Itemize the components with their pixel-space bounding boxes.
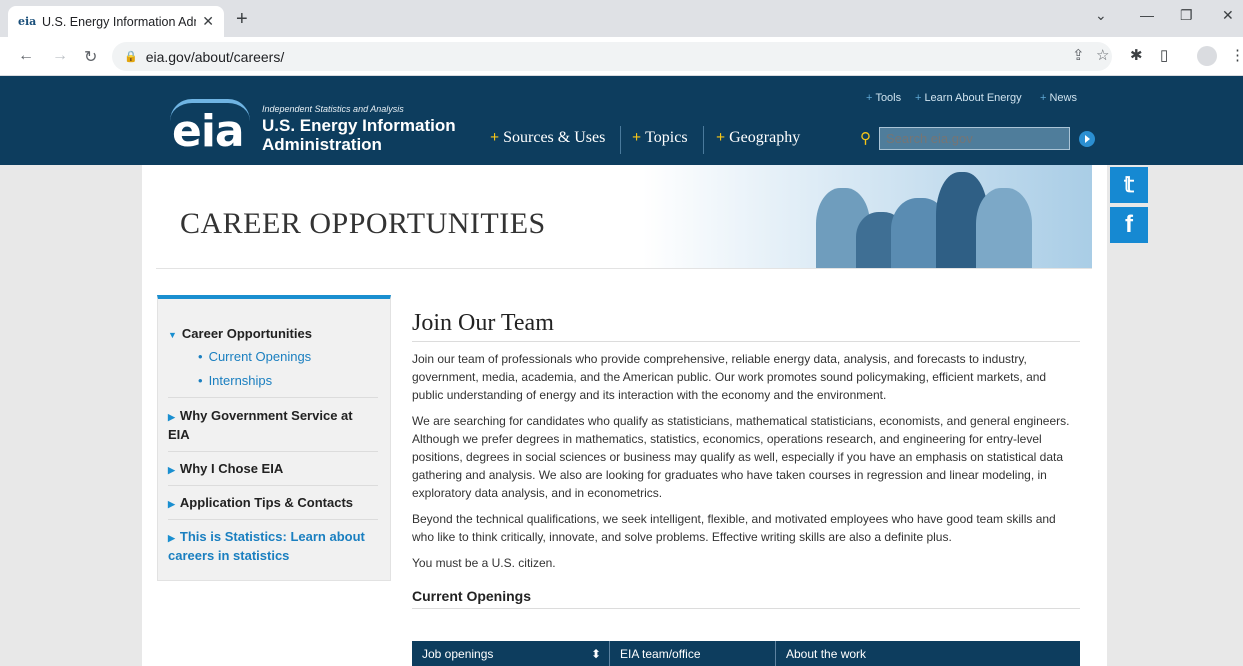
sidebar-link-current-openings[interactable]: Current Openings xyxy=(198,349,312,364)
sidebar-item-why-government[interactable]: ▶ Why Government Service at EIA xyxy=(168,407,373,443)
address-bar-row: ← → ↻ 🔒 eia.gov/about/careers/ ⇪ ☆ ✱ ▯ ⋮ xyxy=(0,37,1243,76)
browser-tab[interactable]: eia U.S. Energy Information Administ ✕ xyxy=(8,6,224,37)
citizenship-paragraph: You must be a U.S. citizen. xyxy=(412,556,556,570)
candidates-paragraph: We are searching for candidates who qual… xyxy=(412,414,1070,500)
caret-right-icon: ▶ xyxy=(168,499,175,509)
close-window-icon[interactable]: ✕ xyxy=(1222,7,1234,24)
sidebar-nav: ▼Career Opportunities Current Openings I… xyxy=(157,295,391,581)
search-icon: ⚲ xyxy=(860,130,871,147)
search-submit-button[interactable] xyxy=(1079,131,1095,147)
minimize-icon[interactable]: — xyxy=(1140,7,1154,23)
top-link-learn-about-energy[interactable]: + Learn About Energy xyxy=(915,92,1022,104)
sort-icon[interactable]: ⬍ xyxy=(591,647,601,661)
twitter-icon[interactable]: 𝕥 xyxy=(1110,167,1148,203)
org-name-line2[interactable]: Administration xyxy=(262,135,382,155)
forward-icon[interactable]: → xyxy=(52,47,68,65)
sidebar-item-application-tips[interactable]: ▶ Application Tips & Contacts xyxy=(168,494,353,513)
eia-logo[interactable]: eia xyxy=(172,106,245,157)
tab-title: U.S. Energy Information Administ xyxy=(42,14,196,29)
facebook-icon[interactable]: f xyxy=(1110,207,1148,243)
caret-down-icon: ▼ xyxy=(168,330,177,340)
nav-divider xyxy=(620,126,621,154)
career-banner: CAREER OPPORTUNITIES xyxy=(156,165,1092,269)
share-icon[interactable]: ⇪ xyxy=(1072,46,1085,64)
column-job-openings[interactable]: Job openings ⬍ xyxy=(412,641,610,666)
nav-geography[interactable]: + Geography xyxy=(716,129,800,147)
url-field[interactable]: 🔒 eia.gov/about/careers/ xyxy=(112,42,1112,71)
restore-icon[interactable]: ❐ xyxy=(1180,7,1193,24)
sidebar-item-career-opportunities[interactable]: ▼ Career Opportunities xyxy=(168,325,312,344)
banner-title: CAREER OPPORTUNITIES xyxy=(180,207,546,240)
new-tab-icon[interactable]: + xyxy=(236,8,248,31)
lock-icon: 🔒 xyxy=(124,51,138,63)
profile-avatar-icon[interactable] xyxy=(1197,46,1217,66)
extensions-icon[interactable]: ✱ xyxy=(1130,46,1143,64)
column-about-the-work: About the work xyxy=(786,646,867,661)
top-link-tools[interactable]: + Tools xyxy=(866,92,901,104)
nav-sources-uses[interactable]: + Sources & Uses xyxy=(490,129,605,147)
url-text: eia.gov/about/careers/ xyxy=(145,48,285,65)
back-icon[interactable]: ← xyxy=(18,47,34,65)
site-header: eia Independent Statistics and Analysis … xyxy=(0,76,1243,165)
bookmark-star-icon[interactable]: ☆ xyxy=(1096,46,1109,64)
sidebar-divider xyxy=(168,519,378,520)
sidebar-link-internships[interactable]: Internships xyxy=(198,373,273,388)
menu-kebab-icon[interactable]: ⋮ xyxy=(1230,46,1243,64)
sidebar-divider xyxy=(168,397,378,398)
sidebar-item-why-i-chose-eia[interactable]: ▶ Why I Chose EIA xyxy=(168,460,283,479)
tab-close-icon[interactable]: ✕ xyxy=(202,13,214,30)
sidebar-divider xyxy=(168,451,378,452)
side-panel-icon[interactable]: ▯ xyxy=(1160,46,1168,64)
main-content: Join Our Team Join our team of professio… xyxy=(412,310,1080,609)
search-input[interactable] xyxy=(879,127,1070,150)
sidebar-item-this-is-statistics[interactable]: ▶ This is Statistics: Learn about careers… xyxy=(168,528,378,564)
qualifications-paragraph: Beyond the technical qualifications, we … xyxy=(412,512,1056,544)
site-tagline: Independent Statistics and Analysis xyxy=(262,104,404,114)
top-link-news[interactable]: + News xyxy=(1040,92,1077,104)
tab-search-icon[interactable]: ⌄ xyxy=(1095,7,1107,24)
banner-photo-person xyxy=(976,188,1032,268)
nav-divider xyxy=(703,126,704,154)
intro-paragraph: Join our team of professionals who provi… xyxy=(412,352,1047,402)
caret-right-icon: ▶ xyxy=(168,412,175,422)
caret-right-icon: ▶ xyxy=(168,465,175,475)
org-name-line1[interactable]: U.S. Energy Information xyxy=(262,116,456,136)
caret-right-icon: ▶ xyxy=(168,533,175,543)
nav-topics[interactable]: + Topics xyxy=(632,129,688,147)
sidebar-divider xyxy=(168,485,378,486)
page-title: Join Our Team xyxy=(412,310,1080,342)
eia-favicon-icon: eia xyxy=(18,15,37,28)
openings-table-header: Job openings ⬍ EIA team/office About the … xyxy=(412,641,1080,666)
current-openings-heading: Current Openings xyxy=(412,588,1080,609)
column-eia-team-office: EIA team/office xyxy=(610,641,776,666)
browser-tab-bar: eia U.S. Energy Information Administ ✕ +… xyxy=(0,0,1243,37)
reload-icon[interactable]: ↻ xyxy=(84,47,97,67)
